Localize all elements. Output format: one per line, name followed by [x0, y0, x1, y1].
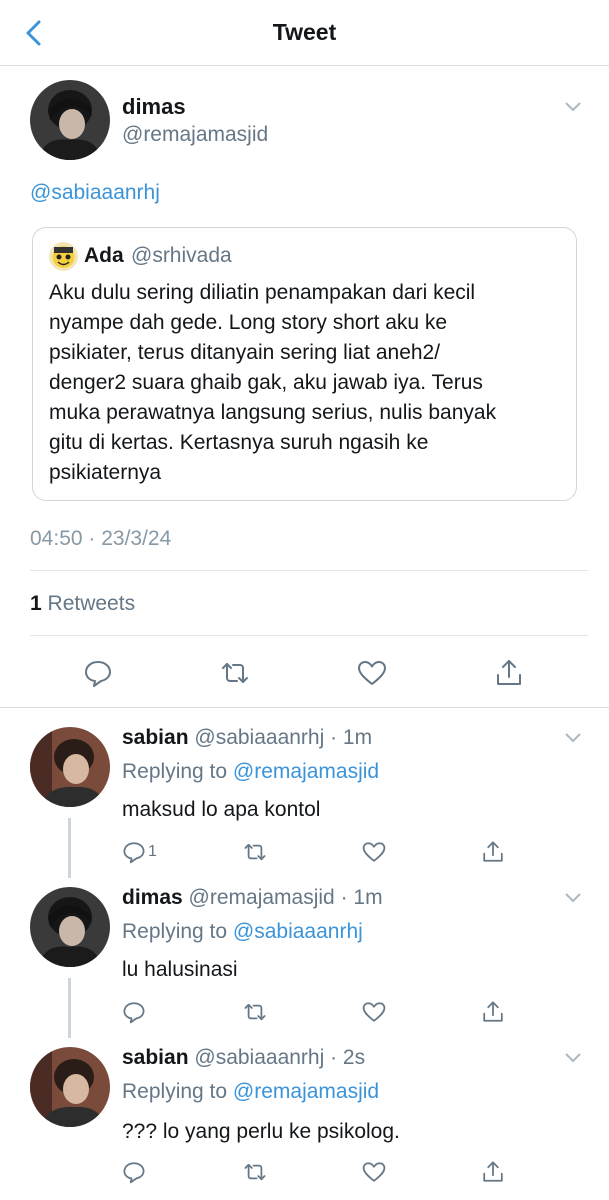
- avatar[interactable]: [30, 887, 110, 967]
- retweet-count-link[interactable]: 1 Retweets: [30, 592, 135, 616]
- like-button[interactable]: [362, 1000, 386, 1024]
- chevron-down-icon: [565, 733, 581, 743]
- reply-button[interactable]: [83, 658, 113, 688]
- reply-text: maksud lo apa kontol: [122, 798, 321, 821]
- thread-line: [68, 978, 71, 1038]
- replying-to-link[interactable]: @sabiaaanrhj: [233, 920, 363, 943]
- quoted-tweet[interactable]: Ada @srhivada Aku dulu sering diliatin p…: [32, 227, 577, 501]
- reply-author-meta: @sabiaaanrhj · 2s: [194, 1046, 366, 1069]
- retweet-label: Retweets: [47, 592, 136, 615]
- retweet-icon: [244, 843, 266, 861]
- like-button[interactable]: [362, 840, 386, 864]
- nav-bar: Tweet: [0, 0, 609, 66]
- retweet-button[interactable]: [220, 658, 250, 688]
- mention-link[interactable]: @sabiaaanrhj: [30, 181, 160, 205]
- tweet-timestamp: 04:50 · 23/3/24: [30, 527, 172, 550]
- replying-to: Replying to @remajamasjid: [122, 760, 379, 784]
- replying-to-label: Replying to: [122, 760, 228, 783]
- replying-to-link[interactable]: @remajamasjid: [233, 1080, 379, 1103]
- reply-author-meta: @sabiaaanrhj · 1m: [194, 726, 373, 749]
- avatar[interactable]: [30, 80, 110, 160]
- quote-line: nyampe dah gede. Long story short aku ke: [49, 311, 448, 334]
- author-name[interactable]: dimas: [122, 94, 186, 120]
- retweet-count: 1: [30, 592, 42, 615]
- reply-author-meta: @remajamasjid · 1m: [188, 886, 383, 909]
- heart-icon: [358, 661, 386, 685]
- quote-text: Aku dulu sering diliatin penampakan dari…: [49, 278, 569, 488]
- chevron-down-icon: [565, 893, 581, 903]
- quote-line: denger2 suara ghaib gak, aku jawab iya. …: [49, 371, 483, 394]
- retweet-button[interactable]: [243, 1000, 267, 1024]
- reply-header[interactable]: sabian @sabiaaanrhj · 1m: [122, 726, 372, 750]
- replying-to-link[interactable]: @remajamasjid: [233, 760, 379, 783]
- page-title: Tweet: [272, 19, 337, 45]
- avatar[interactable]: [30, 727, 110, 807]
- reply-author-name: sabian: [122, 1046, 189, 1069]
- retweet-button[interactable]: [243, 840, 267, 864]
- more-options-button[interactable]: [563, 891, 583, 905]
- thread-line: [68, 818, 71, 878]
- heart-icon: [362, 1002, 386, 1022]
- replying-to: Replying to @remajamasjid: [122, 1080, 379, 1104]
- reply-icon: [123, 1002, 145, 1024]
- share-button[interactable]: [494, 658, 524, 688]
- replying-to: Replying to @sabiaaanrhj: [122, 920, 363, 944]
- share-icon: [483, 1161, 503, 1182]
- retweet-icon: [244, 1003, 266, 1021]
- quote-line: muka perawatnya langsung serius, nulis b…: [49, 401, 497, 424]
- share-icon: [483, 841, 503, 862]
- quote-avatar: [49, 242, 78, 271]
- replying-to-label: Replying to: [122, 920, 228, 943]
- share-icon: [483, 1001, 503, 1022]
- author-handle[interactable]: @remajamasjid: [122, 123, 268, 147]
- more-options-button[interactable]: [563, 1051, 583, 1065]
- like-button[interactable]: [357, 658, 387, 688]
- retweet-button[interactable]: [243, 1160, 267, 1184]
- divider: [30, 570, 588, 571]
- quote-line: psikiaternya: [49, 461, 162, 484]
- share-button[interactable]: [481, 1000, 505, 1024]
- more-options-button[interactable]: [563, 731, 583, 745]
- quote-author-name: Ada: [84, 244, 124, 267]
- heart-icon: [362, 842, 386, 862]
- chevron-down-icon: [565, 1053, 581, 1063]
- retweet-icon: [244, 1163, 266, 1181]
- quote-author-handle: @srhivada: [131, 244, 232, 267]
- reply-button[interactable]: [122, 840, 146, 864]
- avatar[interactable]: [30, 1047, 110, 1127]
- like-button[interactable]: [362, 1160, 386, 1184]
- reply-author-name: sabian: [122, 726, 189, 749]
- reply-count: 1: [148, 843, 157, 860]
- divider: [30, 635, 588, 636]
- quote-line: gitu di kertas. Kertasnya suruh ngasih k…: [49, 431, 429, 454]
- divider: [0, 707, 609, 708]
- reply-header[interactable]: dimas @remajamasjid · 1m: [122, 886, 383, 910]
- reply-icon: [123, 842, 145, 864]
- share-icon: [497, 660, 521, 685]
- share-button[interactable]: [481, 1160, 505, 1184]
- more-options-button[interactable]: [563, 100, 583, 114]
- quote-line: Aku dulu sering diliatin penampakan dari…: [49, 281, 476, 304]
- reply-icon: [85, 661, 111, 687]
- replying-to-label: Replying to: [122, 1080, 228, 1103]
- reply-author-name: dimas: [122, 886, 183, 909]
- reply-icon: [123, 1162, 145, 1184]
- share-button[interactable]: [481, 840, 505, 864]
- retweet-icon: [222, 663, 248, 683]
- heart-icon: [362, 1162, 386, 1182]
- reply-button[interactable]: [122, 1160, 146, 1184]
- reply-text: lu halusinasi: [122, 958, 238, 981]
- reply-text: ??? lo yang perlu ke psikolog.: [122, 1120, 400, 1143]
- quote-line: psikiater, terus ditanyain sering liat a…: [49, 341, 441, 364]
- chevron-down-icon: [565, 102, 581, 112]
- reply-button[interactable]: [122, 1000, 146, 1024]
- reply-header[interactable]: sabian @sabiaaanrhj · 2s: [122, 1046, 365, 1070]
